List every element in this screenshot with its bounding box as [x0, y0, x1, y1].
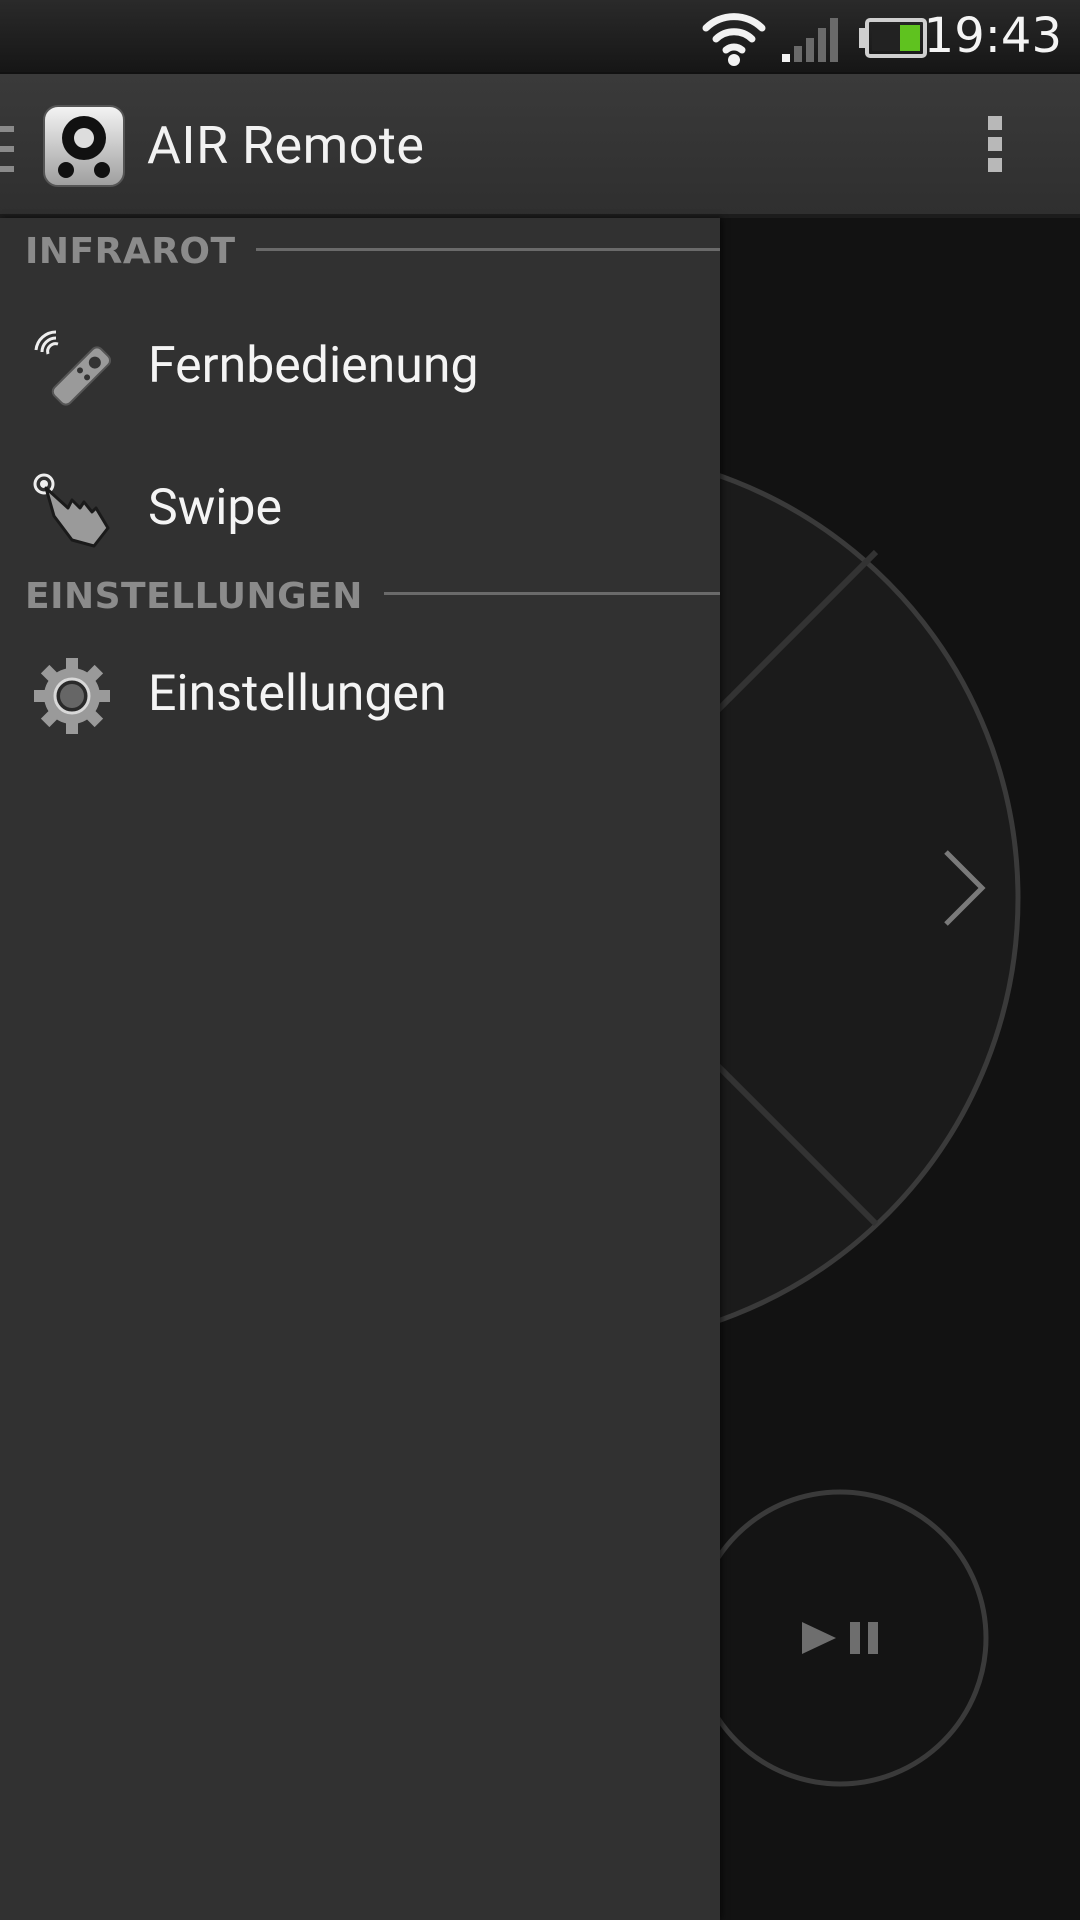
drawer-item-label: Fernbedienung [148, 337, 479, 395]
wifi-icon [702, 10, 766, 70]
play-pause-icon[interactable] [800, 1618, 884, 1662]
section-divider [384, 592, 720, 595]
app-title: AIR Remote [147, 115, 425, 176]
drawer-item-einstellungen[interactable]: Einstellungen [0, 626, 720, 756]
overflow-menu-icon[interactable] [988, 116, 1004, 180]
chevron-right-icon[interactable] [940, 848, 988, 932]
swipe-hand-icon [32, 470, 112, 550]
action-bar: AIR Remote [0, 74, 1080, 218]
section-header-einstellungen: EINSTELLUNGEN [25, 575, 363, 617]
section-divider [256, 248, 720, 251]
battery-icon [858, 18, 928, 62]
drawer-item-fernbedienung[interactable]: Fernbedienung [0, 298, 720, 428]
section-header-infrarot: INFRAROT [25, 230, 236, 272]
drawer-item-swipe[interactable]: Swipe [0, 440, 720, 570]
drawer-indicator-icon[interactable] [0, 126, 14, 178]
drawer-item-label: Swipe [148, 479, 283, 537]
signal-icon [780, 16, 840, 68]
gear-icon [32, 656, 112, 736]
drawer-item-label: Einstellungen [148, 665, 447, 723]
navigation-drawer: INFRAROT Fernbedienung Swipe EINSTELLUNG… [0, 218, 720, 1920]
remote-control-icon [32, 328, 112, 408]
remote-app-icon[interactable] [42, 104, 126, 188]
status-time: 19:43 [923, 8, 1062, 64]
status-bar: 19:43 [0, 0, 1080, 74]
